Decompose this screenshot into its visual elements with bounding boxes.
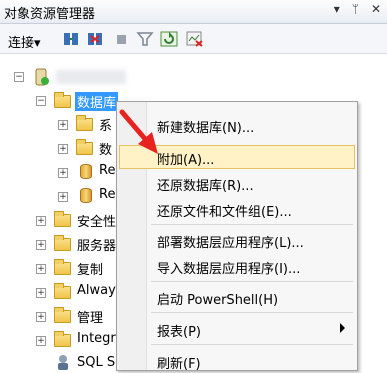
pin-icon[interactable]: ᛘ	[352, 2, 359, 16]
collapse-toggle[interactable]: −	[36, 96, 46, 106]
tree-item-management[interactable]: 管理	[77, 307, 103, 326]
expand-toggle[interactable]: +	[36, 216, 46, 226]
tree-item-server-objects[interactable]: 服务器	[77, 235, 116, 254]
tree-item-replication[interactable]: 复制	[77, 259, 103, 278]
menu-item-reports[interactable]: 报表(P)	[119, 317, 355, 341]
menu-item-import-data-tier[interactable]: 导入数据层应用程序(I)...	[119, 254, 355, 278]
folder-icon	[76, 139, 93, 155]
tree-item-system-databases[interactable]: 系	[99, 115, 112, 134]
connect-server-icon[interactable]	[62, 31, 80, 47]
folder-icon	[54, 211, 71, 227]
folder-icon	[54, 92, 71, 108]
folder-icon	[54, 259, 71, 275]
menu-item-restore-files[interactable]: 还原文件和文件组(E)...	[119, 197, 355, 221]
expand-toggle[interactable]: +	[58, 144, 68, 154]
activity-monitor-icon[interactable]	[186, 31, 204, 47]
menu-item-deploy-data-tier[interactable]: 部署数据层应用程序(L)...	[119, 228, 355, 252]
menu-item-start-powershell[interactable]: 启动 PowerShell(H)	[119, 285, 355, 309]
folder-icon	[54, 331, 71, 347]
tree-item-security[interactable]: 安全性	[77, 211, 116, 230]
tree-item-sql-server-agent[interactable]: SQL S	[77, 355, 115, 370]
expand-toggle[interactable]: +	[36, 336, 46, 346]
menu-item-refresh[interactable]: 刷新(F)	[119, 349, 355, 373]
expand-toggle[interactable]: +	[36, 288, 46, 298]
annotation-arrow-icon	[119, 109, 158, 154]
dropdown-arrow-icon[interactable]: ▾	[334, 2, 340, 16]
menu-separator	[151, 312, 353, 313]
explorer-toolbar: 连接▾	[0, 24, 387, 54]
close-icon[interactable]: ✕	[371, 2, 381, 16]
tree-item-database[interactable]: Re	[99, 187, 115, 202]
expand-toggle[interactable]: +	[58, 168, 68, 178]
title-controls: ▾ ᛘ ✕	[334, 2, 381, 16]
submenu-arrow-icon	[340, 323, 345, 333]
tree-item-databases[interactable]: 数据库	[75, 92, 119, 111]
expand-toggle[interactable]: +	[36, 312, 46, 322]
disconnect-icon[interactable]	[86, 31, 104, 47]
collapse-toggle[interactable]: −	[14, 72, 24, 82]
menu-separator	[151, 281, 353, 282]
sql-agent-icon	[58, 355, 68, 370]
tree-item-integration-services[interactable]: Integr	[77, 331, 116, 346]
menu-item-restore-database[interactable]: 还原数据库(R)...	[119, 171, 355, 195]
folder-icon	[54, 235, 71, 251]
folder-icon	[76, 115, 93, 131]
folder-icon	[54, 307, 71, 323]
filter-icon[interactable]	[136, 31, 154, 47]
panel-title-bar: 对象资源管理器 ▾ ᛘ ✕	[0, 0, 387, 24]
folder-icon	[54, 283, 71, 299]
menu-separator	[151, 224, 353, 225]
server-name-redacted	[56, 70, 126, 84]
panel-title: 对象资源管理器	[4, 7, 96, 22]
stop-icon[interactable]	[112, 31, 130, 47]
connect-button[interactable]: 连接▾	[8, 32, 41, 51]
tree-item-alwayson[interactable]: Alway	[77, 283, 116, 298]
expand-toggle[interactable]: +	[36, 264, 46, 274]
server-icon	[35, 68, 49, 86]
database-icon	[80, 164, 92, 179]
tree-item-database[interactable]: Re	[99, 163, 115, 178]
refresh-icon[interactable]	[160, 31, 178, 47]
expand-toggle[interactable]: +	[58, 192, 68, 202]
expand-toggle[interactable]: +	[36, 240, 46, 250]
tree-item-database-snapshots[interactable]: 数	[99, 139, 112, 158]
expand-toggle[interactable]: +	[58, 120, 68, 130]
menu-separator	[151, 344, 353, 345]
database-icon	[80, 188, 92, 203]
